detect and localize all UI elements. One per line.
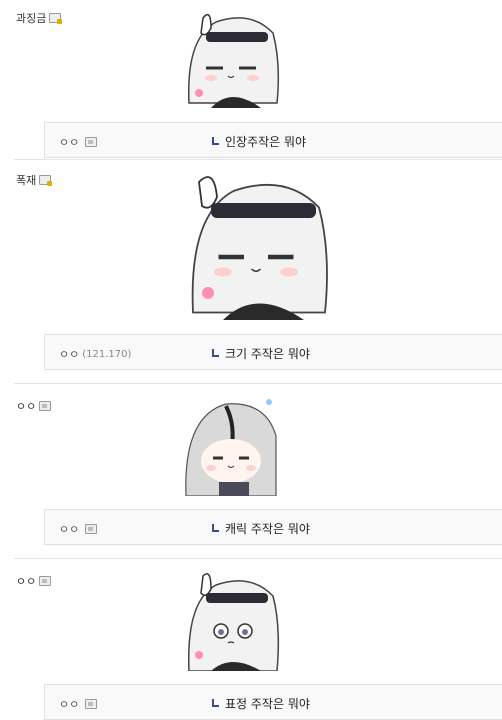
- lock-badge-icon: [49, 13, 63, 24]
- sticker-image: [181, 571, 281, 671]
- divider: [14, 558, 502, 559]
- author-nick[interactable]: 폭재: [16, 172, 36, 188]
- reply-nick[interactable]: ㅇㅇ: [59, 521, 79, 537]
- reply-arrow-icon: [212, 523, 219, 532]
- reply-box: ㅇㅇ 캐릭 주작은 뭐야: [44, 509, 502, 545]
- author-nick[interactable]: 과징금: [16, 10, 46, 26]
- comment-author[interactable]: ㅇㅇ: [16, 398, 52, 414]
- comment-author[interactable]: 폭재: [16, 172, 53, 188]
- user-badge-icon: [85, 524, 98, 534]
- user-badge-icon: [39, 576, 52, 586]
- reply-author[interactable]: ㅇㅇ: [59, 134, 98, 150]
- reply-arrow-icon: [212, 698, 219, 707]
- divider: [14, 159, 502, 160]
- reply-box: ㅇㅇ 표정 주작은 뭐야: [44, 684, 502, 720]
- reply-nick[interactable]: ㅇㅇ: [59, 346, 79, 362]
- author-nick[interactable]: ㅇㅇ: [16, 398, 36, 414]
- reply-ip: (121.170): [82, 348, 132, 360]
- reply-arrow-icon: [212, 348, 219, 357]
- reply-content: 크기 주작은 뭐야: [212, 345, 310, 362]
- sticker-image: [181, 170, 331, 320]
- reply-text: 표정 주작은 뭐야: [225, 697, 310, 711]
- sticker-image: [181, 396, 281, 496]
- reply-box: ㅇㅇ (121.170) 크기 주작은 뭐야: [44, 334, 502, 370]
- comment-author[interactable]: 과징금: [16, 10, 63, 26]
- author-nick[interactable]: ㅇㅇ: [16, 573, 36, 589]
- reply-nick[interactable]: ㅇㅇ: [59, 696, 79, 712]
- reply-text: 캐릭 주작은 뭐야: [225, 522, 310, 536]
- user-badge-icon: [85, 137, 98, 147]
- reply-author[interactable]: ㅇㅇ: [59, 696, 98, 712]
- reply-text: 크기 주작은 뭐야: [225, 347, 310, 361]
- reply-author[interactable]: ㅇㅇ (121.170): [59, 346, 131, 362]
- reply-arrow-icon: [212, 136, 219, 145]
- comment-author[interactable]: ㅇㅇ: [16, 573, 52, 589]
- reply-box: ㅇㅇ 인장주작은 뭐야: [44, 122, 502, 158]
- divider: [14, 383, 502, 384]
- lock-badge-icon: [39, 175, 53, 186]
- reply-content: 캐릭 주작은 뭐야: [212, 520, 310, 537]
- reply-content: 인장주작은 뭐야: [212, 133, 306, 150]
- user-badge-icon: [39, 401, 52, 411]
- reply-author[interactable]: ㅇㅇ: [59, 521, 98, 537]
- user-badge-icon: [85, 699, 98, 709]
- sticker-image: [181, 8, 281, 108]
- reply-text: 인장주작은 뭐야: [225, 135, 307, 149]
- reply-content: 표정 주작은 뭐야: [212, 695, 310, 712]
- reply-nick[interactable]: ㅇㅇ: [59, 134, 79, 150]
